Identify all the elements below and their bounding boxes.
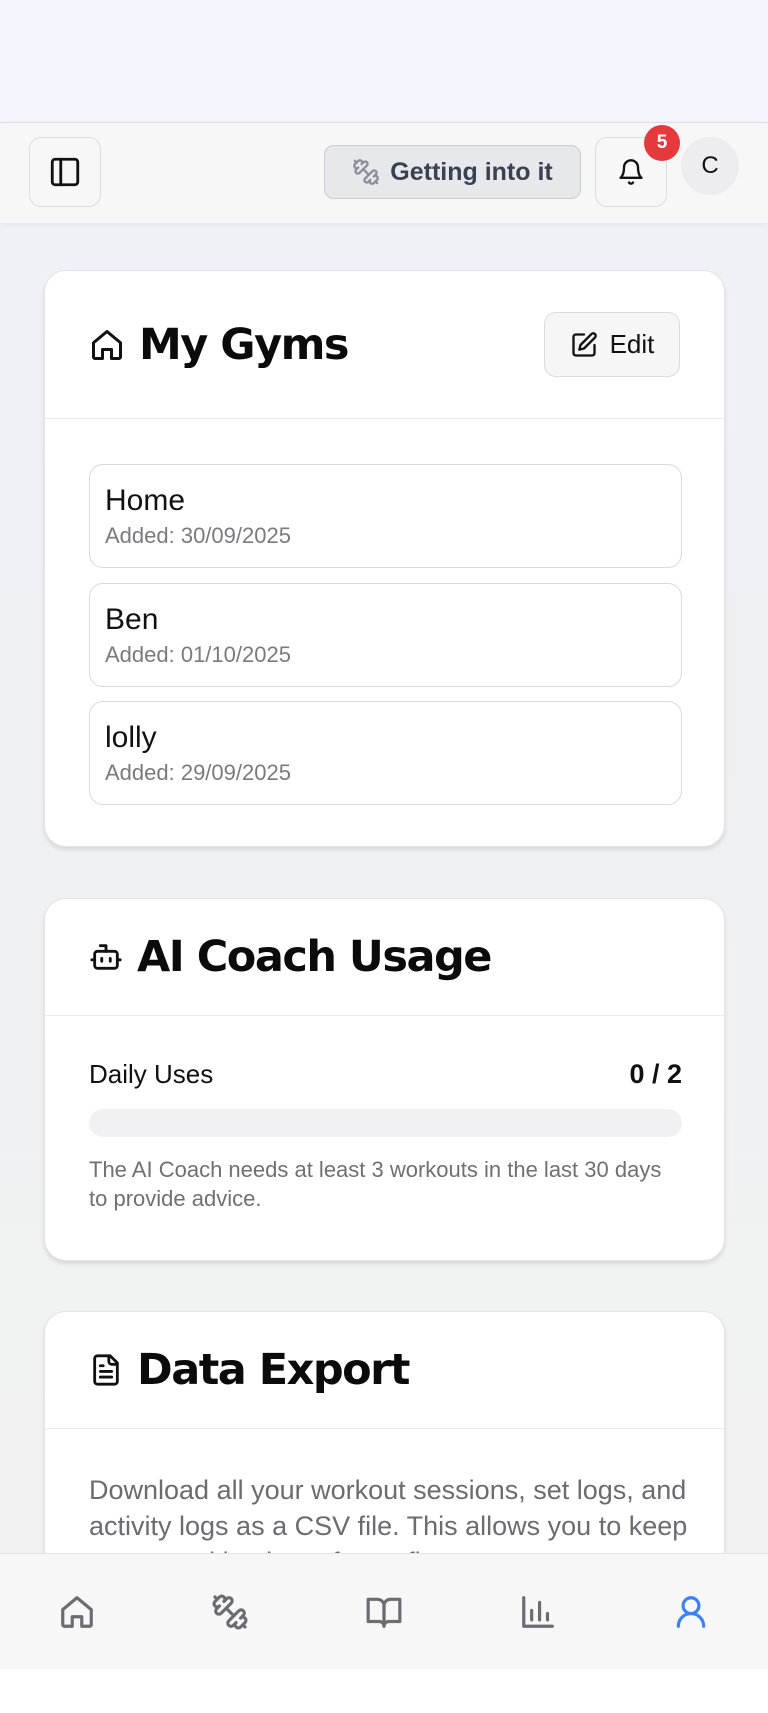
document-icon — [89, 1353, 123, 1387]
nav-stats[interactable] — [488, 1554, 588, 1670]
fitness-level-label: Getting into it — [390, 157, 553, 186]
my-gyms-title: My Gyms — [139, 319, 350, 370]
gym-name: lolly — [105, 721, 157, 754]
edit-gyms-button[interactable]: Edit — [544, 312, 680, 377]
notification-count-badge: 5 — [644, 125, 680, 161]
home-icon — [58, 1593, 96, 1631]
gym-list-item[interactable]: Home Added: 30/09/2025 — [89, 464, 682, 568]
edit-icon — [570, 331, 598, 359]
ai-coach-header: AI Coach Usage — [45, 899, 724, 1016]
top-bar: Getting into it 5 C — [0, 123, 768, 223]
nav-workouts[interactable] — [180, 1554, 280, 1670]
ai-coach-note: The AI Coach needs at least 3 workouts i… — [89, 1157, 662, 1211]
user-icon — [672, 1593, 710, 1631]
ai-coach-title: AI Coach Usage — [137, 932, 492, 982]
daily-uses-row: Daily Uses 0 / 2 — [89, 1059, 682, 1090]
bottom-safe-area — [0, 1669, 768, 1713]
sidebar-icon — [48, 155, 82, 189]
edit-button-label: Edit — [609, 329, 655, 359]
gym-added-date: Added: 29/09/2025 — [105, 760, 291, 785]
data-export-header: Data Export — [45, 1312, 724, 1429]
daily-uses-progress-bar — [89, 1109, 682, 1137]
gym-added-date: Added: 30/09/2025 — [105, 523, 291, 548]
sidebar-toggle-button[interactable] — [29, 137, 101, 207]
daily-uses-label: Daily Uses — [89, 1059, 214, 1089]
gym-added-date: Added: 01/10/2025 — [105, 642, 291, 667]
nav-home[interactable] — [27, 1554, 127, 1670]
home-icon — [89, 327, 125, 363]
bell-icon — [617, 158, 645, 186]
bar-chart-icon — [519, 1593, 557, 1631]
my-gyms-header: My Gyms Edit — [45, 271, 724, 419]
avatar[interactable]: C — [681, 137, 739, 195]
gym-list-item[interactable]: Ben Added: 01/10/2025 — [89, 583, 682, 687]
status-bar-area — [0, 0, 768, 123]
nav-profile[interactable] — [641, 1554, 741, 1670]
fitness-level-badge[interactable]: Getting into it — [324, 145, 581, 199]
data-export-title: Data Export — [137, 1345, 410, 1395]
daily-uses-count: 0 / 2 — [629, 1059, 682, 1089]
robot-icon — [89, 940, 123, 974]
book-icon — [365, 1593, 403, 1631]
gym-name: Ben — [105, 603, 159, 636]
gym-list-item[interactable]: lolly Added: 29/09/2025 — [89, 701, 682, 805]
gym-name: Home — [105, 484, 186, 517]
ai-coach-usage-card: AI Coach Usage Daily Uses 0 / 2 The AI C… — [44, 898, 725, 1261]
nav-library[interactable] — [334, 1554, 434, 1670]
dumbbell-icon — [211, 1593, 249, 1631]
dumbbell-icon — [352, 158, 380, 186]
bottom-navigation — [0, 1553, 768, 1669]
my-gyms-card: My Gyms Edit Home Added: 30/09/2025 Ben … — [44, 270, 725, 847]
